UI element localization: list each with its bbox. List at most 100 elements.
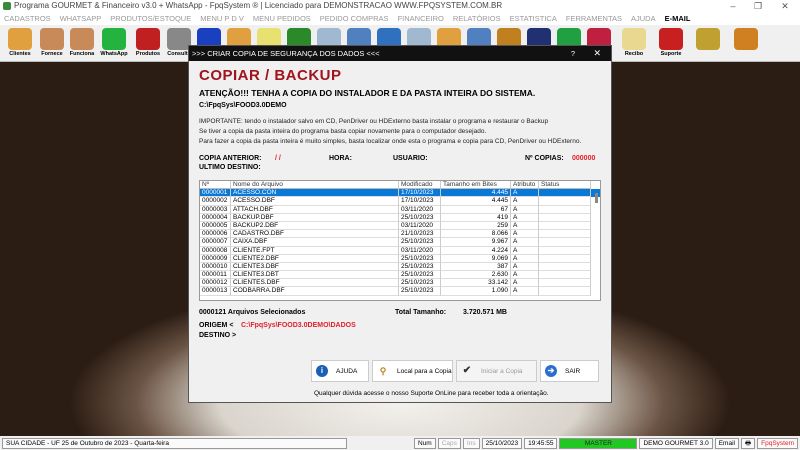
file-list-table[interactable]: Nº Nome do Arquivo Modificado Tamanho em Bi… bbox=[199, 180, 601, 301]
table-cell: 03/11/2020 bbox=[399, 205, 441, 214]
minimize-button[interactable]: – bbox=[723, 0, 743, 12]
toolbar-button[interactable]: Fornece bbox=[36, 27, 68, 60]
table-row[interactable]: 0000012 CLIENTES.DBF 25/10/2023 33.142 A bbox=[200, 279, 600, 288]
copia-anterior-value: / / bbox=[275, 155, 281, 162]
status-company: DEMO GOURMET 3.0 bbox=[639, 437, 713, 449]
table-cell bbox=[539, 189, 591, 198]
table-cell: 4.224 bbox=[441, 246, 511, 255]
status-user: MASTER bbox=[559, 437, 638, 449]
toolbar-button[interactable]: Funciona bbox=[66, 27, 98, 60]
table-row[interactable]: 0000013 CODBARRA.DBF 25/10/2023 1.090 A bbox=[200, 287, 600, 296]
origem-label: ORIGEM < bbox=[199, 322, 234, 329]
menu-item[interactable]: CADASTROS bbox=[4, 14, 51, 23]
status-caps: Caps bbox=[437, 437, 461, 449]
toolbar-label: Clientes bbox=[9, 51, 31, 57]
table-header: Nº Nome do Arquivo Modificado Tamanho em Bi… bbox=[200, 181, 600, 190]
menu-item[interactable]: RELATÓRIOS bbox=[453, 14, 501, 23]
table-cell: 25/10/2023 bbox=[399, 254, 441, 263]
column-header[interactable]: Status bbox=[539, 181, 591, 190]
help-icon[interactable]: ? bbox=[571, 46, 575, 61]
status-brand: FpqSystem bbox=[757, 437, 798, 449]
table-cell: 25/10/2023 bbox=[399, 287, 441, 296]
table-row[interactable]: 0000004 BACKUP.DBF 25/10/2023 419 A bbox=[200, 213, 600, 222]
printer-icon[interactable]: 🖶 bbox=[740, 437, 756, 449]
table-row[interactable]: 0000003 ATTACH.DBF 03/11/2020 67 A bbox=[200, 205, 600, 214]
toolbar-button[interactable]: Clientes bbox=[4, 27, 36, 60]
table-cell: A bbox=[511, 254, 539, 263]
menu-item[interactable]: WHATSAPP bbox=[60, 14, 102, 23]
dialog-titlebar: >>> CRIAR COPIA DE SEGURANÇA DOS DADOS <… bbox=[189, 46, 611, 61]
table-row[interactable]: 0000006 CADASTRO.DBF 21/10/2023 8.066 A bbox=[200, 230, 600, 239]
column-header[interactable]: Nome do Arquivo bbox=[231, 181, 399, 190]
table-row[interactable]: 0000002 ACESSO.DBF 17/10/2023 4.445 A bbox=[200, 197, 600, 206]
info-line: Se tiver a copia da pasta inteira do pro… bbox=[199, 128, 487, 135]
toolbar-icon bbox=[136, 28, 160, 50]
table-cell: 0000004 bbox=[200, 213, 231, 222]
table-cell bbox=[539, 246, 591, 255]
close-button[interactable]: ✕ bbox=[775, 0, 795, 12]
sair-button[interactable]: ➔ SAIR bbox=[540, 360, 599, 382]
table-cell: CLIENTE2.DBF bbox=[231, 254, 399, 263]
table-cell: A bbox=[511, 262, 539, 272]
toolbar-label: Suporte bbox=[660, 51, 682, 57]
column-header[interactable]: Nº bbox=[200, 181, 231, 190]
table-row[interactable]: 0000010 CLIENTE3.DBF 25/10/2023 387 A bbox=[200, 262, 600, 272]
toolbar-button[interactable]: Suporte bbox=[655, 27, 687, 60]
menu-item[interactable]: MENU PEDIDOS bbox=[253, 14, 311, 23]
maximize-button[interactable]: ❐ bbox=[748, 0, 768, 12]
menu-item[interactable]: FERRAMENTAS bbox=[566, 14, 622, 23]
toolbar-button[interactable]: Recibo bbox=[618, 27, 650, 60]
menu-item[interactable]: E-MAIL bbox=[665, 14, 691, 23]
table-cell: 25/10/2023 bbox=[399, 238, 441, 247]
table-row[interactable]: 0000009 CLIENTE2.DBF 25/10/2023 9.069 A bbox=[200, 254, 600, 263]
table-cell: 17/10/2023 bbox=[399, 197, 441, 206]
status-email[interactable]: Email bbox=[714, 437, 739, 449]
ajuda-button[interactable]: i AJUDA bbox=[311, 360, 369, 382]
table-cell: ACESSO.CON bbox=[231, 189, 399, 198]
menu-item[interactable]: MENU P D V bbox=[200, 14, 244, 23]
table-cell: BACKUP.DBF bbox=[231, 213, 399, 222]
table-row[interactable]: 0000008 CLIENTE.FPT 03/11/2020 4.224 A bbox=[200, 246, 600, 255]
table-cell: 0000003 bbox=[200, 205, 231, 214]
window-titlebar: Programa GOURMET & Financeiro v3.0 + Wha… bbox=[0, 0, 800, 12]
menu-item[interactable]: ESTATISTICA bbox=[510, 14, 557, 23]
dialog-close-button[interactable]: ✕ bbox=[593, 46, 601, 61]
local-copia-button[interactable]: ⚲ Local para a Copia bbox=[372, 360, 453, 382]
toolbar-button[interactable] bbox=[730, 27, 762, 60]
menu-item[interactable]: PEDIDO COMPRAS bbox=[320, 14, 389, 23]
footer-text: Qualquer dúvida acesse o nosso Suporte O… bbox=[314, 390, 549, 397]
column-header[interactable]: Atributo bbox=[511, 181, 539, 190]
table-cell: 0000010 bbox=[200, 262, 231, 272]
arrow-right-icon: ➔ bbox=[545, 365, 557, 377]
table-cell: 0000012 bbox=[200, 279, 231, 288]
table-row[interactable]: 0000011 CLIENTE3.DBT 25/10/2023 2.630 A bbox=[200, 271, 600, 280]
table-row[interactable]: 0000001 ACESSO.CON 17/10/2023 4.445 A bbox=[200, 189, 600, 198]
toolbar-button[interactable]: WhatsApp bbox=[98, 27, 130, 60]
table-cell bbox=[539, 230, 591, 239]
page-title: COPIAR / BACKUP bbox=[199, 67, 342, 84]
table-cell: 67 bbox=[441, 205, 511, 214]
table-cell: CADASTRO.DBF bbox=[231, 230, 399, 239]
toolbar-button[interactable] bbox=[692, 27, 724, 60]
scrollbar[interactable] bbox=[595, 193, 598, 203]
info-icon: i bbox=[316, 365, 328, 377]
toolbar-button[interactable]: Produtos bbox=[132, 27, 164, 60]
table-cell: CLIENTE3.DBT bbox=[231, 271, 399, 280]
toolbar-icon bbox=[102, 28, 126, 50]
local-label: Local para a Copia bbox=[397, 367, 452, 375]
column-header[interactable]: Modificado bbox=[399, 181, 441, 190]
table-row[interactable]: 0000007 CAIXA.DBF 25/10/2023 9.967 A bbox=[200, 238, 600, 247]
iniciar-copia-button[interactable]: ✔ Iniciar a Copia bbox=[456, 360, 537, 382]
table-row[interactable]: 0000005 BACKUP2.DBF 03/11/2020 259 A bbox=[200, 221, 600, 231]
info-line: Para fazer a copia da pasta inteira é mu… bbox=[199, 138, 582, 145]
copia-anterior-label: COPIA ANTERIOR: bbox=[199, 155, 262, 162]
toolbar-icon bbox=[40, 28, 64, 50]
table-cell bbox=[539, 238, 591, 247]
table-cell bbox=[539, 271, 591, 280]
menu-item[interactable]: AJUDA bbox=[631, 14, 656, 23]
menu-item[interactable]: FINANCEIRO bbox=[398, 14, 444, 23]
destino-label: DESTINO > bbox=[199, 332, 237, 339]
column-header[interactable]: Tamanho em Bites bbox=[441, 181, 511, 190]
table-cell: A bbox=[511, 279, 539, 288]
menu-item[interactable]: PRODUTOS/ESTOQUE bbox=[110, 14, 191, 23]
